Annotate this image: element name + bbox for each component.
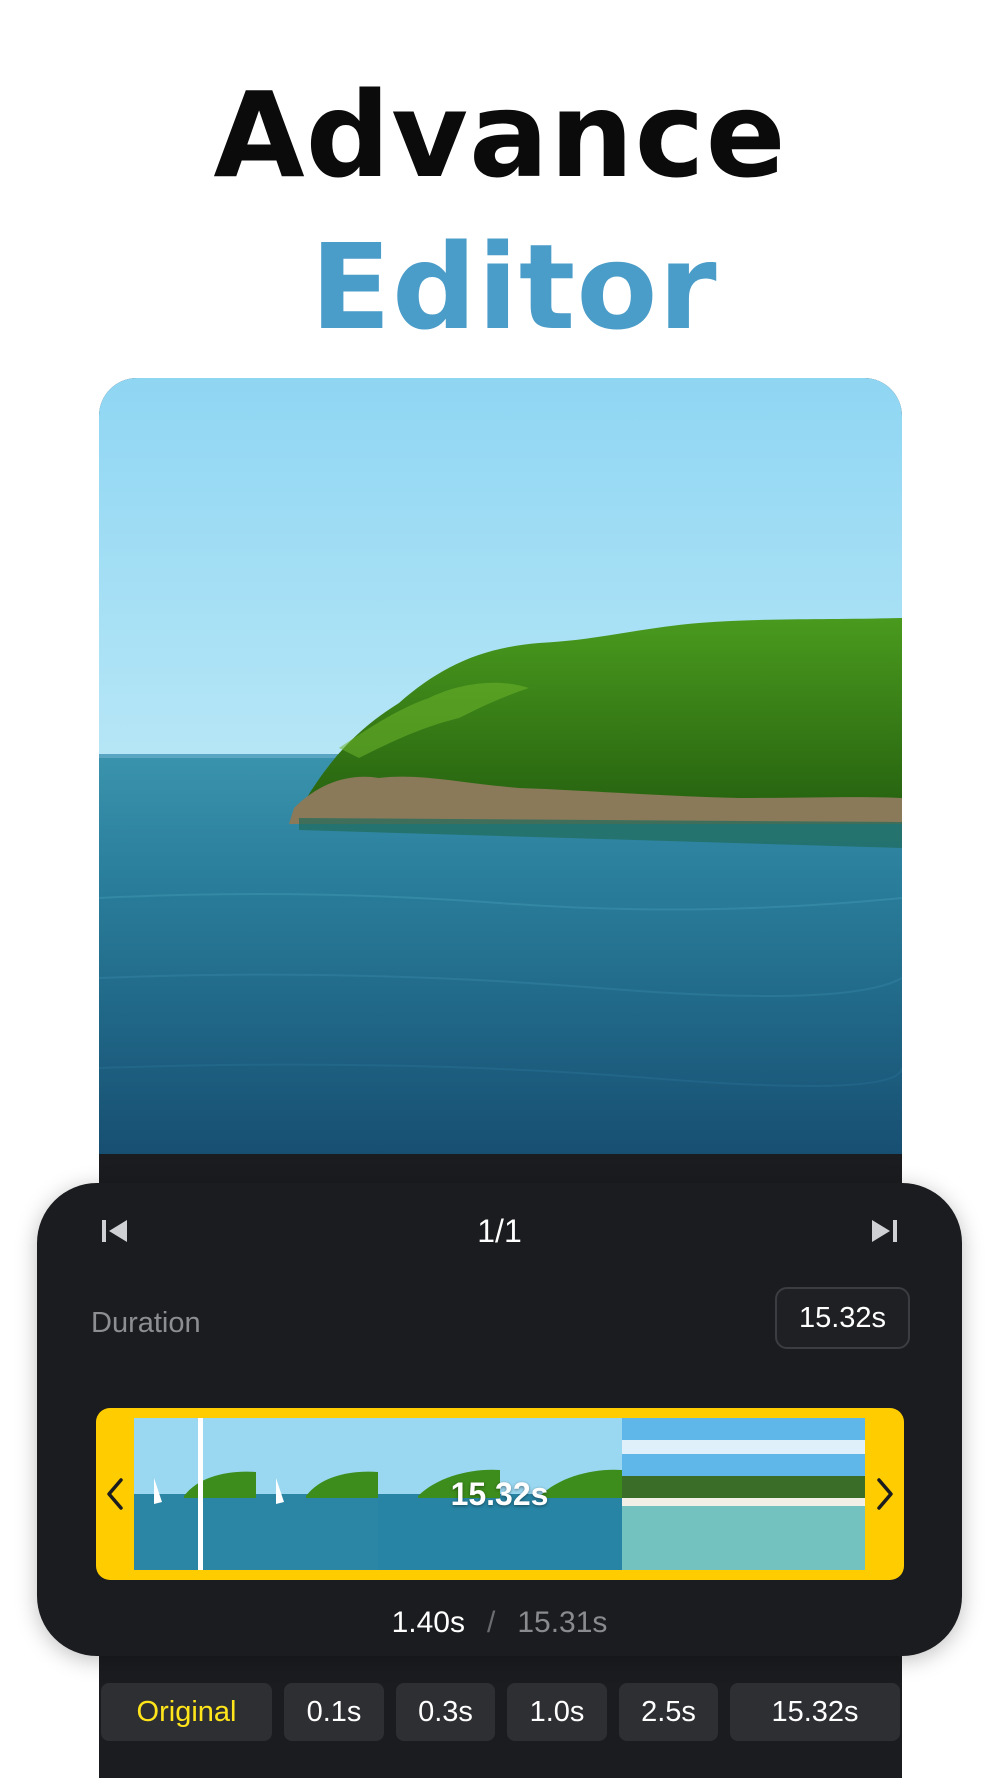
speed-option-1-0s[interactable]: 1.0s [507,1683,607,1741]
speed-option-original[interactable]: Original [101,1683,272,1741]
bottom-sheet: 1/1 Duration 15.32s 15.32s 1.40s / 15.31… [37,1183,962,1656]
screen: Advance Editor 1/1 Duration 15.32s 15.32… [0,0,1000,1778]
video-preview[interactable] [99,378,902,1154]
speed-option-15-32s[interactable]: 15.32s [730,1683,900,1741]
speed-option-0-1s[interactable]: 0.1s [284,1683,384,1741]
duration-field[interactable]: 15.32s [775,1287,910,1349]
headline-editor: Editor [310,218,718,356]
skip-next-icon[interactable] [864,1211,904,1251]
clip-counter: 1/1 [477,1213,522,1249]
chevron-right-icon[interactable] [866,1408,904,1580]
current-time: 1.40s [391,1606,465,1639]
total-time: 15.31s [517,1606,608,1639]
timeline-strip[interactable]: 15.32s [96,1408,904,1580]
time-separator: / [486,1606,496,1639]
duration-label: Duration [91,1307,201,1339]
headline-advance: Advance [213,66,787,204]
chevron-left-icon[interactable] [96,1408,134,1580]
speed-option-0-3s[interactable]: 0.3s [396,1683,495,1741]
clip-duration-label: 15.32s [450,1475,549,1512]
time-readout: 1.40s / 15.31s [37,1606,962,1640]
speed-option-2-5s[interactable]: 2.5s [619,1683,718,1741]
